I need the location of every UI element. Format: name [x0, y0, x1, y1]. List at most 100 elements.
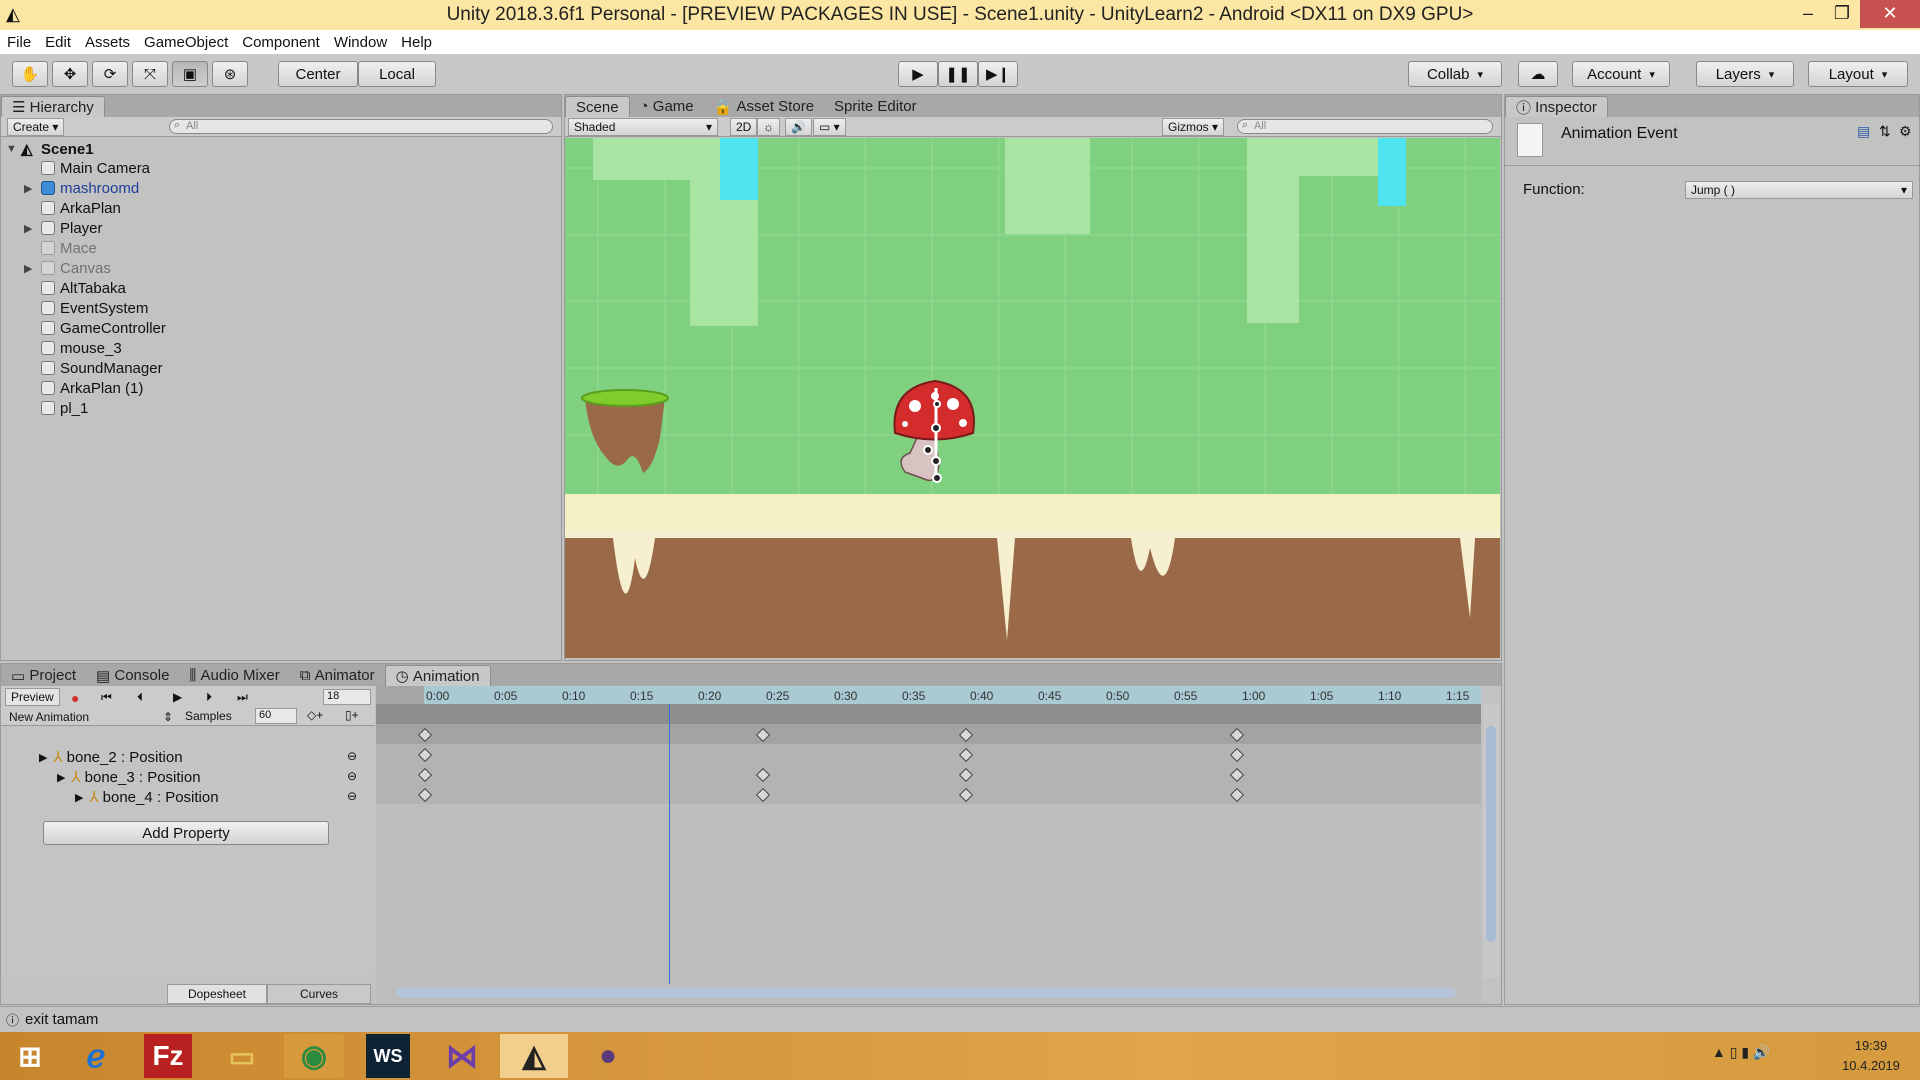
- keyframe-rows[interactable]: [376, 744, 1481, 804]
- status-message[interactable]: exit tamam: [25, 1011, 98, 1028]
- next-keyframe-icon[interactable]: ⏵: [206, 690, 212, 705]
- prev-keyframe-icon[interactable]: ⏴: [137, 690, 143, 705]
- vertical-scrollbar[interactable]: [1486, 726, 1496, 942]
- scene-root-row[interactable]: ▼ ◭ Scene1: [1, 139, 561, 159]
- event-row[interactable]: [376, 704, 1481, 724]
- add-keyframe-icon[interactable]: ◇+: [307, 708, 323, 722]
- dopesheet-timeline[interactable]: 0:00 0:05 0:10 0:15 0:20 0:25 0:30 0:35 …: [376, 686, 1481, 1004]
- audio-toggle-icon[interactable]: 🔊: [785, 118, 812, 136]
- menu-gameobject[interactable]: GameObject: [137, 34, 235, 51]
- scene-search-input[interactable]: All: [1237, 119, 1493, 134]
- lighting-toggle-icon[interactable]: ☼: [757, 118, 780, 136]
- clip-dropdown[interactable]: New Animation ⇕: [5, 708, 177, 725]
- scene-canvas[interactable]: [565, 138, 1500, 658]
- record-icon[interactable]: ●: [71, 690, 79, 706]
- rect-tool-icon[interactable]: ▣: [172, 61, 208, 87]
- expand-arrow-icon[interactable]: ▶: [75, 791, 83, 804]
- webstorm-icon[interactable]: WS: [366, 1034, 410, 1078]
- close-button[interactable]: ✕: [1860, 0, 1920, 28]
- summary-row[interactable]: [376, 724, 1481, 744]
- filezilla-icon[interactable]: Fz: [144, 1034, 192, 1078]
- internet-explorer-icon[interactable]: ℯ: [66, 1034, 126, 1078]
- menu-file[interactable]: File: [0, 34, 38, 51]
- hand-tool-icon[interactable]: ✋: [12, 61, 48, 87]
- property-row[interactable]: ▶ ⅄ bone_3 : Position: [57, 767, 201, 787]
- menu-edit[interactable]: Edit: [38, 34, 78, 51]
- samples-field[interactable]: 60: [255, 708, 297, 724]
- last-keyframe-icon[interactable]: ⏭: [237, 690, 248, 705]
- function-dropdown[interactable]: Jump ( ) ▾: [1685, 181, 1913, 199]
- property-row[interactable]: ▶ ⅄ bone_2 : Position: [39, 747, 183, 767]
- visual-studio-icon[interactable]: ⋈: [432, 1034, 492, 1078]
- tab-sprite-editor[interactable]: Sprite Editor: [824, 96, 927, 117]
- tab-asset-store[interactable]: 🔒 Asset Store: [704, 96, 824, 117]
- expand-arrow-icon[interactable]: ▶: [39, 751, 47, 764]
- step-button[interactable]: ▶❙: [978, 61, 1018, 87]
- expand-arrow-icon[interactable]: ▶: [24, 182, 32, 195]
- unity-taskbar-icon[interactable]: ◭: [500, 1034, 568, 1078]
- playhead[interactable]: [669, 704, 670, 984]
- windows-start-icon[interactable]: ⊞: [0, 1034, 60, 1078]
- move-tool-icon[interactable]: ✥: [52, 61, 88, 87]
- expand-arrow-icon[interactable]: ▶: [57, 771, 65, 784]
- tab-project[interactable]: ▭ Project: [1, 665, 86, 686]
- clock-time[interactable]: 19:39: [1836, 1038, 1906, 1053]
- dopesheet-tab[interactable]: Dopesheet: [167, 984, 267, 1004]
- gizmos-dropdown[interactable]: Gizmos ▾: [1162, 118, 1225, 136]
- maximize-button[interactable]: ❐: [1820, 0, 1864, 28]
- transform-tool-icon[interactable]: ⊛: [212, 61, 248, 87]
- preset-icon[interactable]: ⇅: [1879, 123, 1891, 140]
- toggle-2d-button[interactable]: 2D: [730, 118, 758, 136]
- tab-audio-mixer[interactable]: ⫼ Audio Mixer: [179, 665, 289, 686]
- scene-viewport[interactable]: [565, 138, 1500, 658]
- tab-animator[interactable]: ⧉ Animator: [290, 665, 385, 686]
- tab-animation[interactable]: ◷ Animation: [384, 665, 491, 686]
- layout-dropdown[interactable]: Layout: [1808, 61, 1908, 87]
- visibility-icon[interactable]: ⊖: [347, 789, 357, 803]
- add-event-icon[interactable]: ▯+: [345, 708, 359, 722]
- tab-console[interactable]: ▤ Console: [86, 665, 179, 686]
- property-row[interactable]: ▶ ⅄ bone_4 : Position: [75, 787, 219, 807]
- file-explorer-icon[interactable]: ▭: [212, 1034, 272, 1078]
- cloud-icon[interactable]: ☁: [1518, 61, 1558, 87]
- play-animation-icon[interactable]: ▶: [173, 690, 182, 704]
- github-icon[interactable]: ●: [578, 1034, 638, 1078]
- horizontal-scrollbar[interactable]: [396, 988, 1456, 998]
- menu-help[interactable]: Help: [394, 34, 439, 51]
- create-dropdown[interactable]: Create ▾: [7, 118, 65, 136]
- menu-assets[interactable]: Assets: [78, 34, 137, 51]
- tab-hierarchy[interactable]: ☰ Hierarchy: [1, 96, 105, 117]
- gear-icon[interactable]: ⚙: [1899, 123, 1912, 140]
- visibility-icon[interactable]: ⊖: [347, 749, 357, 763]
- pivot-center-button[interactable]: Center: [278, 61, 358, 87]
- expand-arrow-icon[interactable]: ▶: [24, 262, 32, 275]
- tab-game[interactable]: ◔ Game: [630, 96, 704, 117]
- tab-scene[interactable]: Scene: [565, 96, 630, 117]
- hierarchy-search-input[interactable]: All: [169, 119, 553, 134]
- chrome-icon[interactable]: ◉: [284, 1034, 344, 1078]
- collab-dropdown[interactable]: Collab: [1408, 61, 1502, 87]
- account-dropdown[interactable]: Account: [1572, 61, 1670, 87]
- shading-dropdown[interactable]: Shaded ▾: [568, 118, 718, 136]
- visibility-icon[interactable]: ⊖: [347, 769, 357, 783]
- frame-field[interactable]: 18: [323, 689, 371, 705]
- play-button[interactable]: ▶: [898, 61, 938, 87]
- expand-arrow-icon[interactable]: ▼: [6, 143, 17, 155]
- scale-tool-icon[interactable]: ⤧: [132, 61, 168, 87]
- tab-inspector[interactable]: ⓘ Inspector: [1505, 96, 1608, 117]
- tray-icons[interactable]: ▲ ▯ ▮ 🔊: [1712, 1044, 1770, 1061]
- curves-tab[interactable]: Curves: [267, 984, 371, 1004]
- menu-window[interactable]: Window: [327, 34, 394, 51]
- expand-arrow-icon[interactable]: ▶: [24, 222, 32, 235]
- add-property-button[interactable]: Add Property: [43, 821, 329, 845]
- clock-date[interactable]: 10.4.2019: [1836, 1058, 1906, 1073]
- layers-dropdown[interactable]: Layers: [1696, 61, 1794, 87]
- effects-dropdown-icon[interactable]: ▭ ▾: [813, 118, 846, 136]
- first-keyframe-icon[interactable]: ⏮: [101, 690, 112, 705]
- help-book-icon[interactable]: ▤: [1857, 123, 1870, 140]
- pivot-local-button[interactable]: Local: [358, 61, 436, 87]
- preview-toggle[interactable]: Preview: [5, 688, 60, 706]
- mushroom-character[interactable]: [893, 379, 975, 483]
- menu-component[interactable]: Component: [235, 34, 327, 51]
- rotate-tool-icon[interactable]: ⟳: [92, 61, 128, 87]
